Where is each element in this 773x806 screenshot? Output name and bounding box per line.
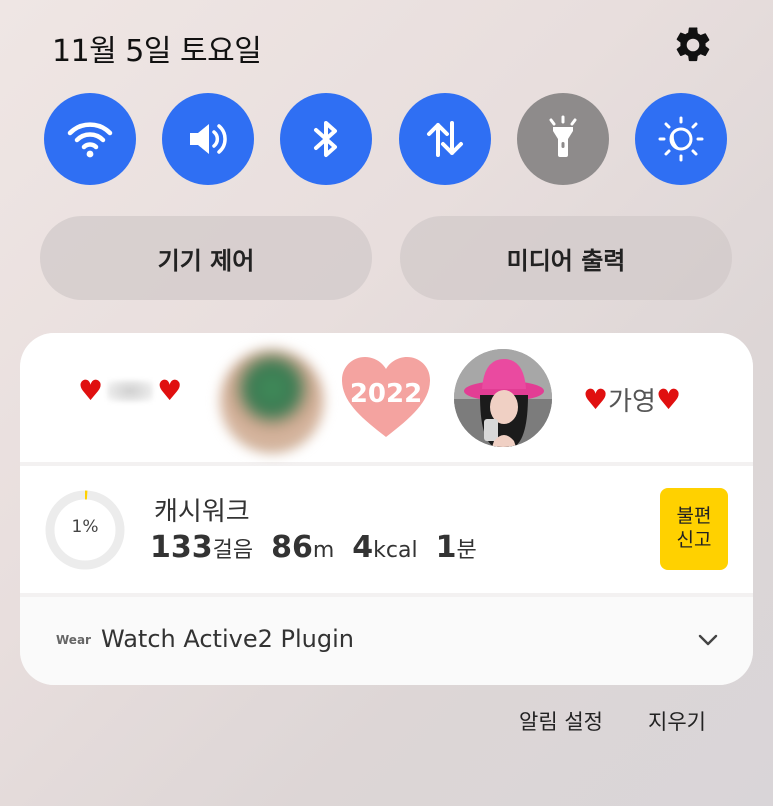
minutes-value: 1 xyxy=(435,530,457,565)
date-label: 11월 5일 토요일 xyxy=(52,34,262,69)
right-name-text: 가영 xyxy=(608,387,656,417)
heart-icon: ♥ xyxy=(78,374,104,407)
eye-comfort-icon xyxy=(658,116,704,162)
app-name-label: 캐시워크 xyxy=(154,497,250,527)
plugin-notification[interactable]: Wear Watch Active2 Plugin xyxy=(20,597,753,685)
wear-logo: Wear xyxy=(56,633,91,647)
quick-settings-row xyxy=(44,93,728,185)
calories-unit: kcal xyxy=(373,538,418,563)
notification-panel: ♥ ♥ 2022 ♥ 가영 ♥ 1% 캐시워크 133 걸음 86 m 4 kc… xyxy=(20,333,753,685)
media-output-button[interactable]: 미디어 출력 xyxy=(400,216,732,300)
heart-icon: ♥ xyxy=(157,374,183,407)
flashlight-icon xyxy=(549,115,577,157)
mobile-data-icon xyxy=(427,121,463,157)
settings-gear-icon[interactable] xyxy=(672,24,714,66)
cashwalk-notification[interactable]: 1% 캐시워크 133 걸음 86 m 4 kcal 1 분 불편 신고 xyxy=(20,466,753,593)
bluetooth-toggle[interactable] xyxy=(280,93,372,185)
clear-all-button[interactable]: 지우기 xyxy=(648,706,706,736)
sound-icon xyxy=(190,124,227,154)
avatar-right xyxy=(454,349,552,447)
distance-unit: m xyxy=(312,538,335,563)
couple-widget[interactable]: ♥ ♥ 2022 ♥ 가영 ♥ xyxy=(20,333,753,462)
mobile-data-toggle[interactable] xyxy=(399,93,491,185)
bluetooth-icon xyxy=(314,121,337,157)
eye-comfort-toggle[interactable] xyxy=(635,93,727,185)
left-name-label: ♥ ♥ xyxy=(78,377,182,405)
sound-toggle[interactable] xyxy=(162,93,254,185)
avatar-photo-image xyxy=(454,349,552,447)
wifi-toggle[interactable] xyxy=(44,93,136,185)
chevron-down-icon[interactable] xyxy=(696,629,720,651)
report-button[interactable]: 불편 신고 xyxy=(660,488,728,570)
blurred-name xyxy=(107,380,154,402)
avatar-left xyxy=(220,349,324,453)
activity-stats: 133 걸음 86 m 4 kcal 1 분 xyxy=(150,530,495,565)
steps-unit: 걸음 xyxy=(212,538,254,563)
plugin-title: Watch Active2 Plugin xyxy=(101,625,354,653)
wifi-icon xyxy=(67,122,113,158)
heart-icon: ♥ xyxy=(583,382,609,416)
flashlight-toggle[interactable] xyxy=(517,93,609,185)
year-label: 2022 xyxy=(349,379,423,409)
minutes-unit: 분 xyxy=(456,538,477,563)
device-control-button[interactable]: 기기 제어 xyxy=(40,216,372,300)
progress-percent-label: 1% xyxy=(71,517,99,537)
right-name-label: ♥ 가영 ♥ xyxy=(583,381,681,418)
distance-value: 86 xyxy=(271,530,313,565)
heart-icon: ♥ xyxy=(655,382,682,416)
steps-value: 133 xyxy=(150,530,213,565)
calories-value: 4 xyxy=(352,530,374,565)
notification-settings-button[interactable]: 알림 설정 xyxy=(519,706,603,736)
